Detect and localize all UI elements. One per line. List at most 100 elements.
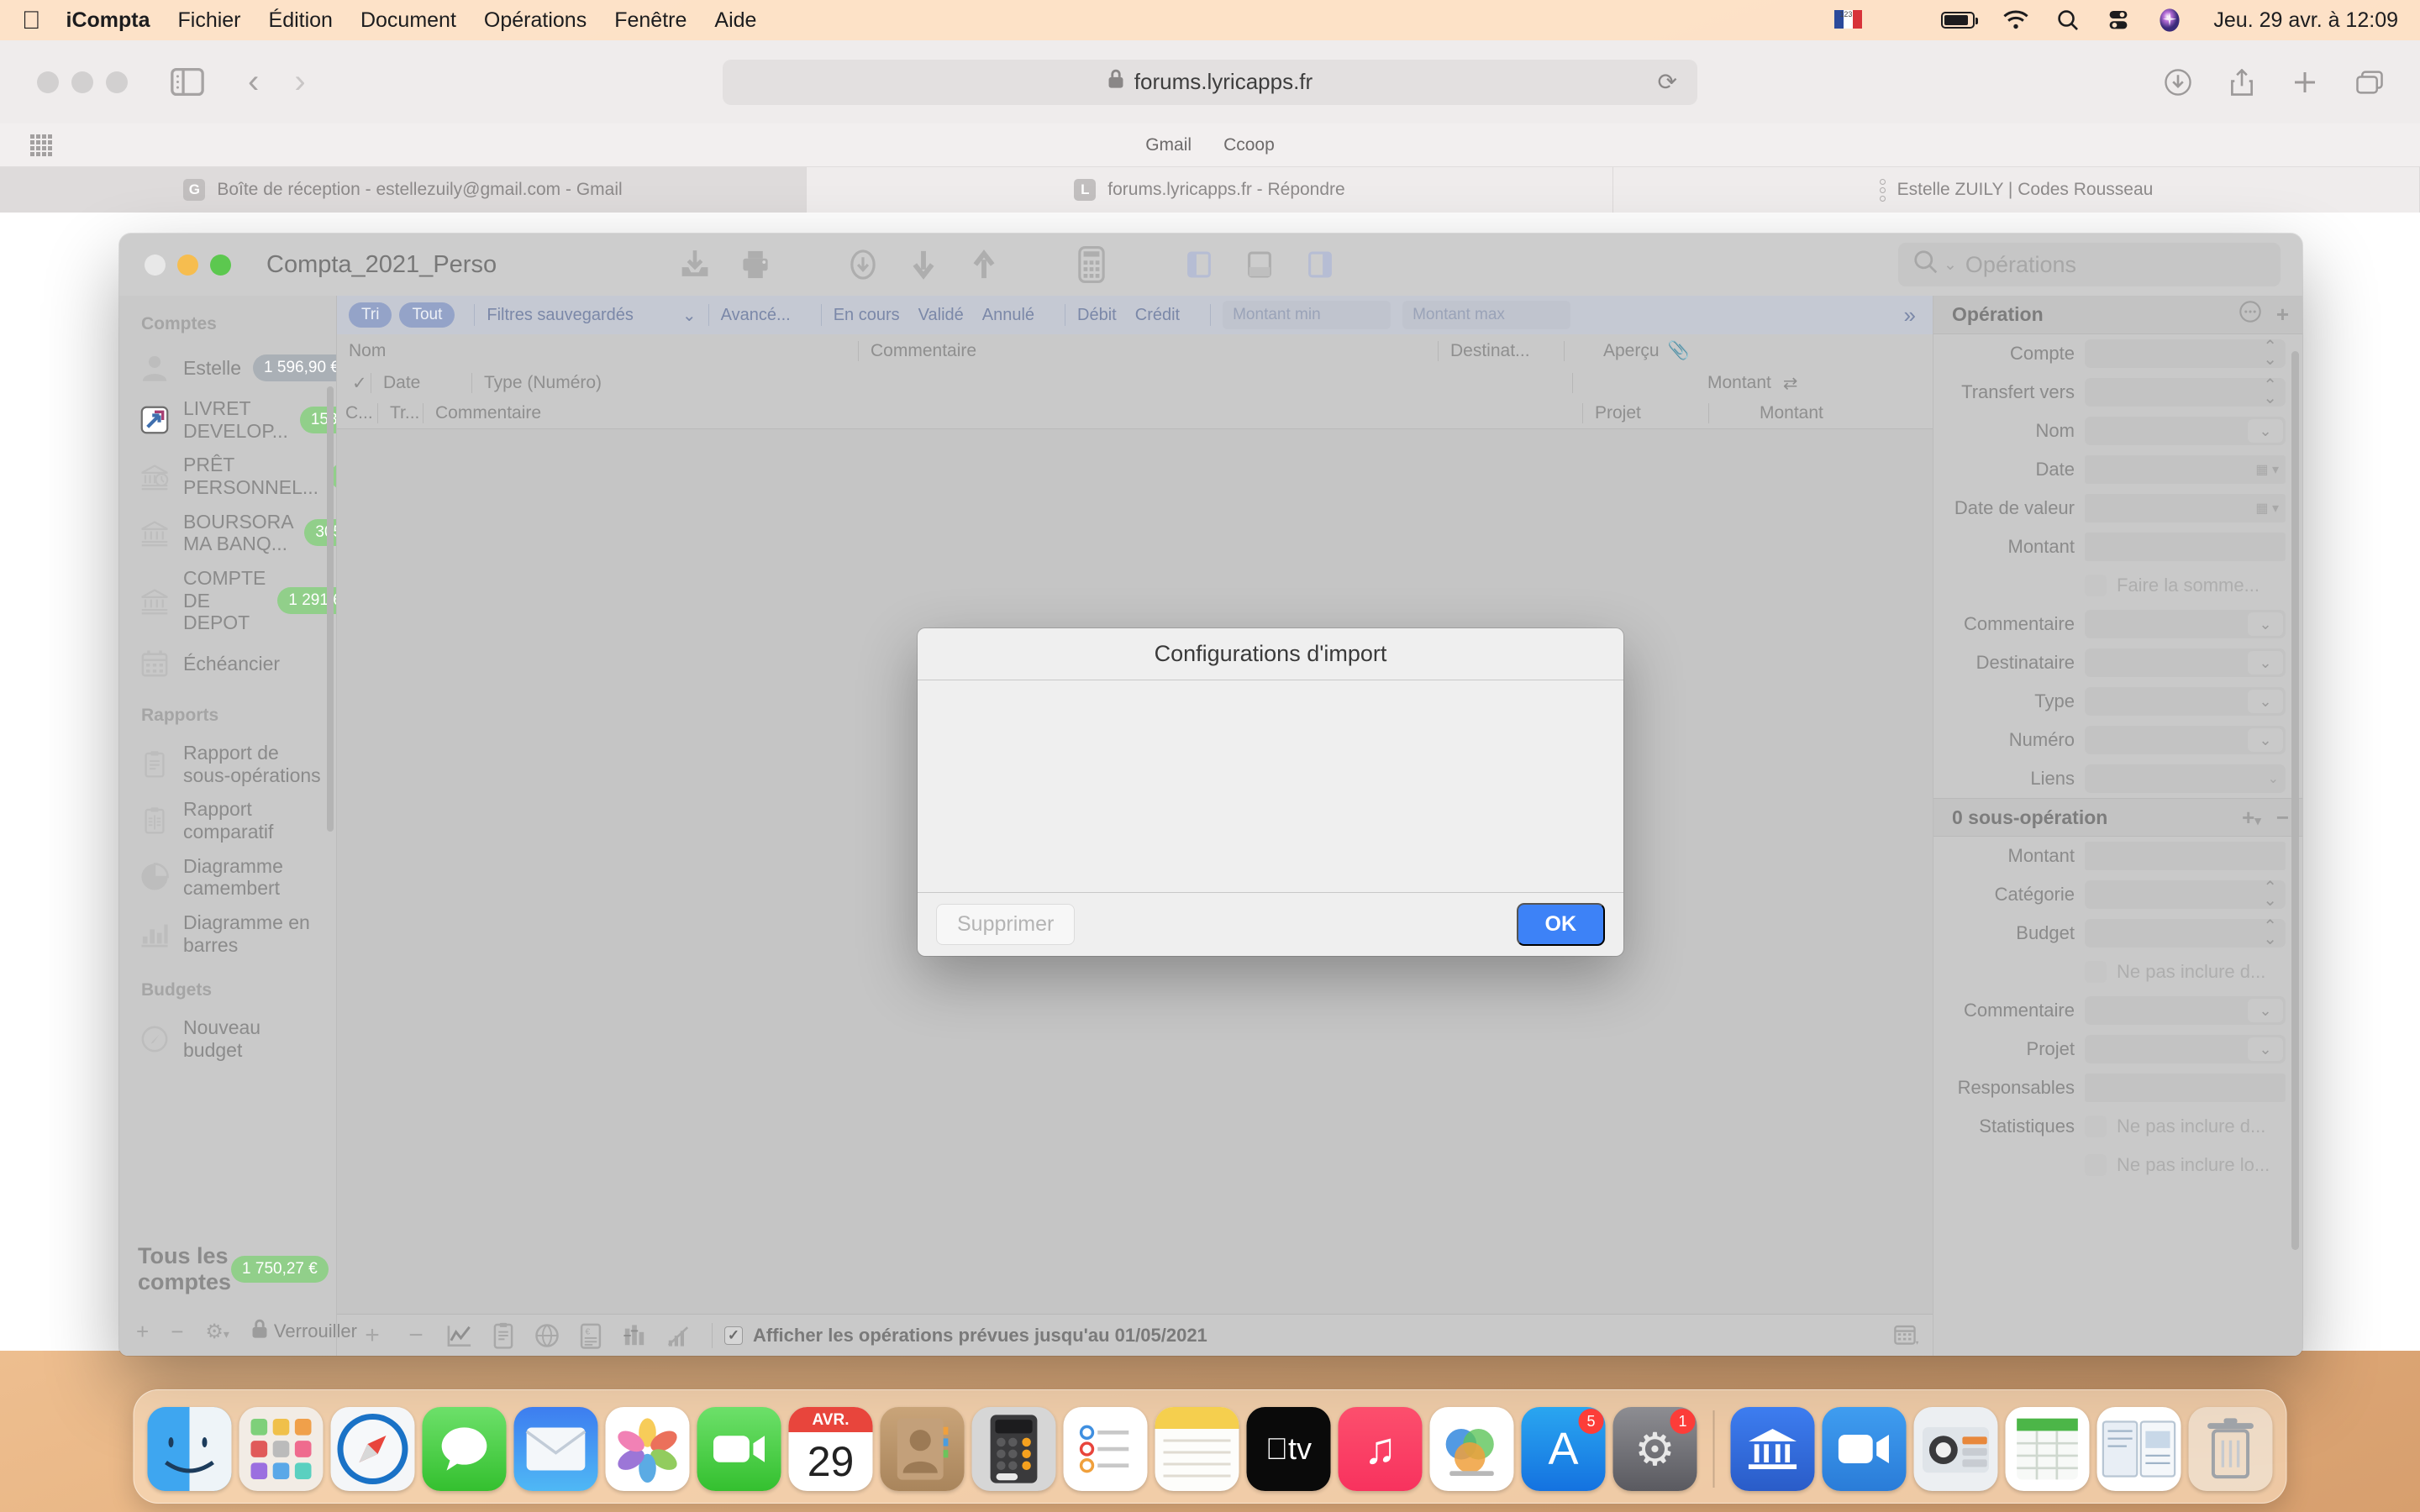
- field-liens[interactable]: Liens ⌄: [1933, 759, 2302, 798]
- apple-logo-icon[interactable]: : [22, 8, 41, 33]
- paperclip-icon[interactable]: 📎: [1668, 341, 1690, 361]
- field-transfert-vers[interactable]: Transfert vers ⌃ ⌄: [1933, 373, 2302, 412]
- icompta-maximize-button[interactable]: [210, 254, 231, 276]
- compte-select[interactable]: ⌃ ⌄: [2085, 339, 2286, 368]
- spotlight-search-icon[interactable]: [2057, 9, 2079, 31]
- arrow-down-icon[interactable]: [893, 244, 954, 286]
- montant-input[interactable]: [2085, 533, 2286, 561]
- column-montant[interactable]: Montant: [1572, 373, 1771, 393]
- system-preferences-icon[interactable]: ⚙ 1: [1612, 1407, 1697, 1491]
- safari-maximize-button[interactable]: [106, 71, 128, 93]
- field-nom[interactable]: Nom ⌄: [1933, 412, 2302, 450]
- date-input[interactable]: ▦ ▾: [2085, 455, 2286, 484]
- calculator-icon[interactable]: [1061, 244, 1122, 286]
- column-commentaire[interactable]: Commentaire: [858, 341, 1438, 361]
- reload-icon[interactable]: ⟳: [1658, 68, 1677, 96]
- checkbox-ne-pas-inclure-3[interactable]: Ne pas inclure lo...: [1933, 1146, 2302, 1184]
- compare-icon[interactable]: [613, 1323, 656, 1348]
- column-date[interactable]: Date: [371, 373, 471, 393]
- safari-tab-forums[interactable]: L forums.lyricapps.fr - Répondre: [807, 167, 1613, 213]
- amount-min-input[interactable]: Montant min: [1223, 301, 1392, 329]
- date-valeur-input[interactable]: ▦ ▾: [2085, 494, 2286, 522]
- column-projet[interactable]: Projet: [1582, 403, 1708, 423]
- nom-combo[interactable]: ⌄: [2085, 417, 2286, 445]
- chevron-down-icon[interactable]: ⌄: [2268, 770, 2279, 787]
- input-source-icon[interactable]: 123: [1834, 10, 1863, 30]
- download-icon[interactable]: [2165, 68, 2191, 96]
- checkbox[interactable]: [2085, 961, 2107, 983]
- sidebar-item-diagramme-en-barres[interactable]: Diagramme en barres: [119, 906, 336, 962]
- sidebar-item-nouveau-budget[interactable]: Nouveau budget: [119, 1011, 336, 1067]
- ok-button[interactable]: OK: [1516, 903, 1605, 946]
- notes-icon[interactable]: [1155, 1407, 1239, 1491]
- calculator-icon[interactable]: [971, 1407, 1056, 1491]
- chevron-down-icon[interactable]: ⌄: [2248, 612, 2283, 636]
- amount-max-input[interactable]: Montant max: [1402, 301, 1571, 329]
- sub-commentaire-combo[interactable]: ⌄: [2085, 996, 2286, 1025]
- appletv-icon[interactable]: tv: [1246, 1407, 1331, 1491]
- safari-tab-codes-rousseau[interactable]: Estelle ZUILY | Codes Rousseau: [1613, 167, 2420, 213]
- chevron-down-icon[interactable]: ⌄: [2248, 1037, 2283, 1061]
- filter-credit[interactable]: Crédit: [1135, 306, 1180, 325]
- contacts-icon[interactable]: [880, 1407, 965, 1491]
- menubar-clock[interactable]: Jeu. 29 avr. à 12:09: [2213, 8, 2398, 33]
- transfert-vers-select[interactable]: ⌃ ⌄: [2085, 377, 2286, 407]
- chevron-down-icon[interactable]: ⌄: [2248, 999, 2283, 1022]
- sub-field-projet[interactable]: Projet ⌄: [1933, 1030, 2302, 1068]
- icompta-icon[interactable]: [1913, 1407, 1998, 1491]
- advanced-button[interactable]: Avancé...: [721, 306, 791, 325]
- sidebar-item-estelle[interactable]: Estelle 1 596,90 €: [119, 344, 336, 391]
- inspector-scrollbar[interactable]: [2291, 351, 2299, 1250]
- sidebar-toggle-icon[interactable]: [169, 67, 206, 97]
- photos-icon[interactable]: [605, 1407, 690, 1491]
- filter-valide[interactable]: Validé: [918, 306, 964, 325]
- more-circle-icon[interactable]: [2239, 301, 2261, 328]
- checkbox[interactable]: [2085, 1116, 2107, 1137]
- import-icon[interactable]: [665, 244, 725, 286]
- minus-icon[interactable]: −: [171, 1319, 183, 1345]
- delete-button[interactable]: Supprimer: [936, 904, 1076, 945]
- liens-combo[interactable]: ⌄: [2085, 764, 2286, 793]
- sidebar-item-rapport-comparatif[interactable]: Rapport comparatif: [119, 792, 336, 848]
- checkmark-icon[interactable]: ✓: [337, 373, 371, 394]
- moon-icon[interactable]: [1891, 9, 1912, 31]
- trend-icon[interactable]: [656, 1323, 700, 1348]
- safari-minimize-button[interactable]: [71, 71, 93, 93]
- sub-field-montant[interactable]: Montant: [1933, 837, 2302, 875]
- facetime-icon[interactable]: [697, 1407, 781, 1491]
- menu-document[interactable]: Document: [360, 8, 456, 33]
- tab-overview-icon[interactable]: [2356, 70, 2383, 94]
- plus-icon[interactable]: +: [136, 1319, 149, 1345]
- safari-close-button[interactable]: [37, 71, 59, 93]
- minus-icon[interactable]: −: [2276, 805, 2289, 831]
- battery-icon[interactable]: [1941, 12, 1979, 29]
- address-bar[interactable]: forums.lyricapps.fr ⟳: [723, 59, 1697, 105]
- globe-icon[interactable]: [525, 1323, 569, 1348]
- field-montant[interactable]: Montant: [1933, 528, 2302, 566]
- destinataire-combo[interactable]: ⌄: [2085, 648, 2286, 677]
- column-type-numero[interactable]: Type (Numéro): [471, 373, 1572, 393]
- music-icon[interactable]: ♫: [1338, 1407, 1423, 1491]
- all-button[interactable]: Tout: [399, 302, 455, 328]
- new-tab-icon[interactable]: [2292, 70, 2317, 95]
- sidebar-item-compte-de-depot[interactable]: COMPTE DE DEPOT 1 291,62 €: [119, 561, 336, 640]
- field-commentaire[interactable]: Commentaire ⌄: [1933, 605, 2302, 643]
- menu-operations[interactable]: Opérations: [484, 8, 587, 33]
- sub-field-responsables[interactable]: Responsables: [1933, 1068, 2302, 1107]
- field-numero[interactable]: Numéro ⌄: [1933, 721, 2302, 759]
- keynote-icon[interactable]: [1429, 1407, 1514, 1491]
- siri-icon[interactable]: [2158, 8, 2181, 33]
- sidebar-item-pret-personnel[interactable]: PRÊT PERSONNEL... 0,00 €: [119, 448, 336, 504]
- menu-app-name[interactable]: iCompta: [66, 8, 150, 33]
- icompta-close-button[interactable]: [145, 254, 166, 276]
- calendar-icon[interactable]: AVR. 29: [788, 1407, 873, 1491]
- gear-icon[interactable]: ⚙▾: [205, 1320, 229, 1344]
- sidebar-item-rapport-sous-operations[interactable]: Rapport de sous-opérations: [119, 736, 336, 792]
- sub-montant-input[interactable]: [2085, 842, 2286, 870]
- calendar-dropdown-icon[interactable]: ▦ ▾: [2255, 461, 2279, 478]
- import-configurations-list[interactable]: [918, 680, 1623, 892]
- download-circle-icon[interactable]: [833, 244, 893, 286]
- numbers-icon[interactable]: [2005, 1407, 2090, 1491]
- field-date-de-valeur[interactable]: Date de valeur ▦ ▾: [1933, 489, 2302, 528]
- checkbox-ne-pas-inclure-1[interactable]: Ne pas inclure d...: [1933, 953, 2302, 991]
